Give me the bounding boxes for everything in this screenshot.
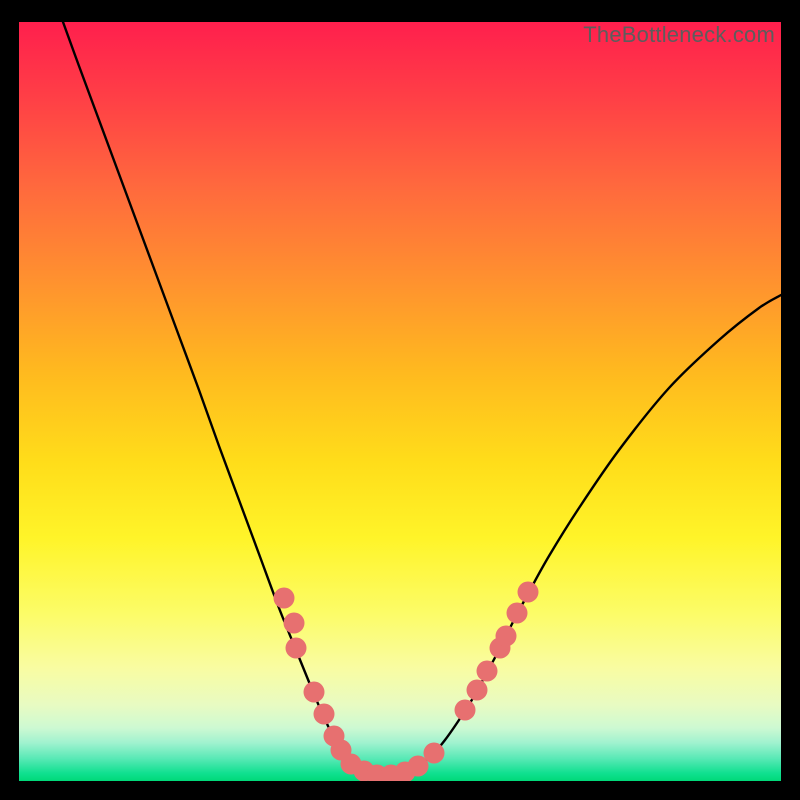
data-dots [274,582,539,782]
data-dot [304,682,325,703]
data-dot [455,700,476,721]
data-dot [518,582,539,603]
data-dot [274,588,295,609]
plot-area: TheBottleneck.com [19,22,781,781]
data-dot [507,603,528,624]
data-dot [496,626,517,647]
data-dot [284,613,305,634]
data-dot [467,680,488,701]
chart-svg [19,22,781,781]
chart-frame: TheBottleneck.com [0,0,800,800]
data-dot [477,661,498,682]
data-dot [314,704,335,725]
data-dot [424,743,445,764]
bottleneck-curve [63,22,781,775]
data-dot [286,638,307,659]
